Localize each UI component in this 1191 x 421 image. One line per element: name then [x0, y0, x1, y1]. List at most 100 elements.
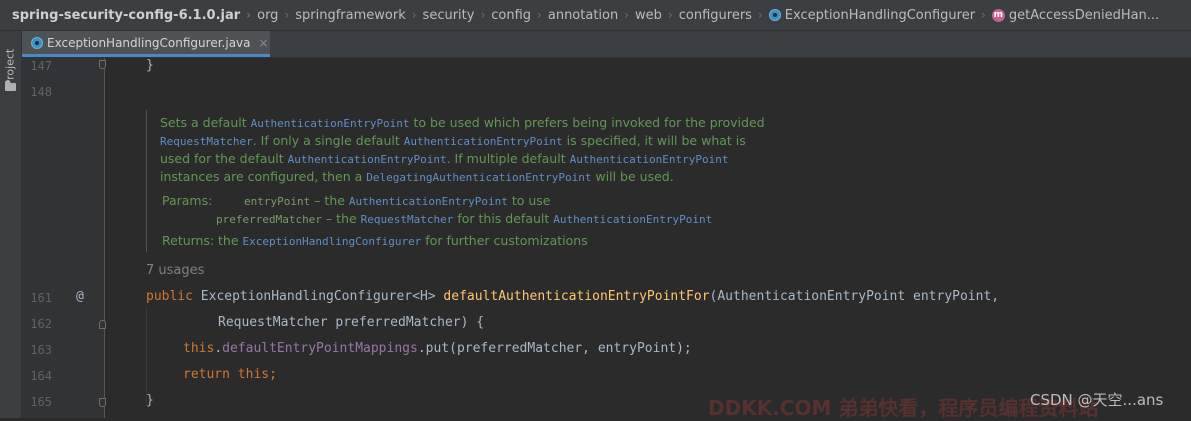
doc-code-ref[interactable]: AuthenticationEntryPoint — [553, 213, 712, 226]
doc-desc-line: Sets a default AuthenticationEntryPoint … — [160, 114, 765, 132]
doc-code-ref[interactable]: AuthenticationEntryPoint — [349, 195, 508, 208]
doc-text-run: Sets a default — [160, 115, 251, 130]
breadcrumb-item[interactable]: annotation › — [542, 8, 629, 23]
doc-text-run: will be used. — [591, 169, 674, 184]
doc-text-run: for further customizations — [421, 233, 588, 248]
code-line-162: RequestMatcher preferredMatcher) { — [218, 315, 485, 330]
field-name: defaultEntryPointMappings — [222, 341, 418, 356]
code-line-147: } — [146, 58, 154, 73]
breadcrumb-class[interactable]: ExceptionHandlingConfigurer › — [763, 8, 986, 23]
breadcrumb-label: springframework — [295, 7, 406, 23]
method-name: defaultAuthenticationEntryPointFor — [443, 289, 710, 304]
doc-text-run: – the — [310, 193, 349, 208]
doc-param-line: entryPoint – the AuthenticationEntryPoin… — [244, 192, 551, 210]
doc-text-run: instances are configured, then a — [160, 169, 367, 184]
tab-label: ExceptionHandlingConfigurer.java — [47, 35, 251, 50]
fold-start-icon[interactable] — [99, 320, 106, 329]
line-number: 165 — [30, 395, 52, 409]
param-list: (AuthenticationEntryPoint entryPoint, — [709, 289, 1000, 304]
doc-code-ref[interactable]: RequestMatcher — [361, 213, 454, 226]
breadcrumb-label: annotation — [547, 7, 619, 23]
gutter-divider — [104, 58, 105, 418]
breadcrumb-label: spring-security-config-6.1.0.jar — [12, 7, 241, 23]
gutter — [22, 58, 104, 418]
keyword: this — [183, 341, 215, 356]
breadcrumb-method[interactable]: m getAccessDeniedHan... — [986, 8, 1159, 23]
doc-desc-line: instances are configured, then a Delegat… — [160, 168, 674, 186]
doc-code-ref[interactable]: AuthenticationEntryPoint — [288, 153, 447, 166]
usages-hint[interactable]: 7 usages — [146, 263, 204, 278]
keyword: public — [146, 289, 193, 304]
watermark-right: CSDN @天空...ans — [1030, 391, 1164, 409]
close-icon[interactable]: × — [259, 36, 269, 50]
tool-window-strip: Project — [0, 31, 22, 418]
line-number: 147 — [30, 59, 52, 73]
line-number: 148 — [30, 85, 52, 99]
doc-desc-line: used for the default AuthenticationEntry… — [160, 150, 729, 168]
keyword: return — [183, 367, 230, 382]
dot: . — [214, 341, 223, 356]
class-icon — [768, 9, 781, 21]
breadcrumb-item[interactable]: security › — [417, 8, 486, 23]
doc-text-run: – the — [321, 211, 361, 226]
breadcrumb-item[interactable]: config › — [485, 8, 542, 23]
breadcrumb-label: security — [422, 7, 475, 23]
code-line-163: this.defaultEntryPointMappings.put(prefe… — [183, 341, 692, 356]
return-type: ExceptionHandlingConfigurer<H> — [192, 289, 444, 304]
doc-params-label: Params: — [162, 193, 213, 208]
breadcrumb-label: configurers — [678, 7, 752, 23]
doc-param-name: preferredMatcher — [216, 213, 322, 226]
doc-returns-line: the ExceptionHandlingConfigurer for furt… — [218, 232, 588, 250]
doc-code-ref[interactable]: ExceptionHandlingConfigurer — [243, 235, 422, 248]
doc-code-ref[interactable]: DelegatingAuthenticationEntryPoint — [366, 171, 591, 184]
line-number: 163 — [30, 343, 52, 357]
line-number: 161 — [30, 291, 52, 305]
code-line-161: public ExceptionHandlingConfigurer<H> de… — [146, 289, 999, 304]
keyword: this — [237, 367, 270, 382]
doc-desc-line: RequestMatcher. If only a single default… — [160, 132, 746, 150]
code-line-164: return this; — [183, 367, 277, 382]
class-icon — [31, 36, 43, 49]
doc-code-ref[interactable]: AuthenticationEntryPoint — [251, 117, 410, 130]
doc-text-run: to use — [507, 193, 551, 208]
indent-guide — [146, 306, 147, 406]
breadcrumb-item[interactable]: configurers › — [673, 8, 763, 23]
breadcrumb-label: getAccessDeniedHan... — [1008, 7, 1160, 23]
fold-end-icon[interactable] — [99, 60, 106, 69]
doc-code-ref[interactable]: AuthenticationEntryPoint — [404, 135, 563, 148]
breadcrumb-item[interactable]: springframework › — [289, 8, 416, 23]
doc-param-line: preferredMatcher – the RequestMatcher fo… — [216, 210, 712, 228]
doc-code-ref[interactable]: AuthenticationEntryPoint — [570, 153, 729, 166]
editor-tab-bar: ExceptionHandlingConfigurer.java × — [22, 31, 1191, 58]
breadcrumb-label: config — [491, 7, 532, 23]
doc-text-run: for this default — [453, 211, 554, 226]
folder-icon[interactable] — [5, 81, 16, 91]
doc-returns-label: Returns: — [162, 233, 215, 248]
line-number: 164 — [30, 369, 52, 383]
line-number: 162 — [30, 317, 52, 331]
breadcrumb-jar[interactable]: spring-security-config-6.1.0.jar › — [0, 8, 251, 23]
doc-text-run: . If multiple default — [446, 151, 570, 166]
doc-text-run: the — [218, 233, 243, 248]
call-expr: .put(preferredMatcher, entryPoint); — [417, 341, 692, 356]
code-line-165: } — [146, 393, 154, 408]
doc-text-run: to be used which prefers being invoked f… — [409, 115, 765, 130]
breadcrumb-item[interactable]: org › — [251, 8, 289, 23]
breadcrumb-item[interactable]: web › — [629, 8, 673, 23]
doc-text-run: used for the default — [160, 151, 288, 166]
breadcrumb-label: web — [635, 7, 662, 23]
semicolon: ; — [269, 367, 277, 382]
doc-code-ref[interactable]: RequestMatcher — [160, 135, 253, 148]
doc-param-name: entryPoint — [244, 195, 311, 208]
breadcrumb-label: org — [257, 7, 279, 23]
doc-text-run: is specified, it will be what is — [562, 133, 746, 148]
rendered-javadoc: Sets a default AuthenticationEntryPoint … — [146, 110, 787, 252]
tab-exception-handling-configurer[interactable]: ExceptionHandlingConfigurer.java × — [22, 31, 270, 57]
override-marker-icon[interactable]: @ — [76, 289, 84, 304]
breadcrumb: spring-security-config-6.1.0.jar › org › spr… — [0, 0, 1191, 31]
doc-text-run: . If only a single default — [252, 133, 404, 148]
method-icon: m — [991, 8, 1005, 22]
fold-end-icon[interactable] — [99, 398, 106, 407]
code-editor[interactable]: 147 148 161 162 163 164 165 @ } Sets a d… — [22, 58, 1191, 418]
